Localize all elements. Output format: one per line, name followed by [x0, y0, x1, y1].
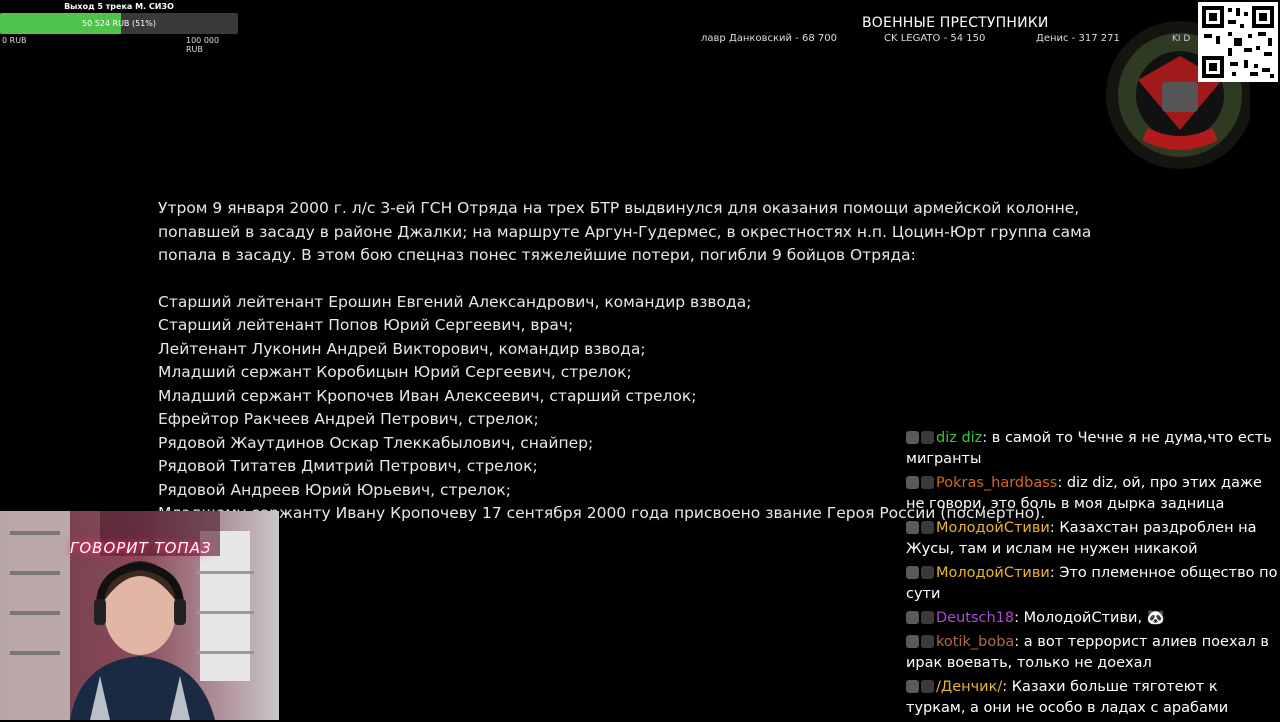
goal-progress-bar: 50 524 RUB (51%) [0, 13, 238, 34]
list-item: Старший лейтенант Попов Юрий Сергеевич, … [158, 316, 574, 334]
webcam-feed: ГОВОРИТ ТОПАЗ [0, 511, 279, 720]
badge-icon [906, 431, 919, 444]
badge-icon [921, 476, 934, 489]
badge-icon [921, 680, 934, 693]
chat-message: МолодойСтиви: Это племенное общество по … [906, 563, 1278, 605]
chat-nick[interactable]: diz diz [936, 430, 982, 446]
chat-message: /Денчик/: Казахи больше тяготеют к турка… [906, 677, 1278, 719]
chat-text: МолодойСтиви, 🐼 [1023, 610, 1165, 626]
badge-icon [906, 680, 919, 693]
chat-nick[interactable]: kotik_boba [936, 634, 1014, 650]
list-item: Младший сержант Коробицын Юрий Сергеевич… [158, 363, 632, 381]
chat-separator: : [1014, 610, 1024, 626]
chat-panel: diz diz: в самой то Чечне я не дума,что … [906, 428, 1278, 722]
chat-separator: : [1057, 475, 1067, 491]
neon-sign: ГОВОРИТ ТОПАЗ [70, 539, 212, 557]
chat-separator: : [982, 430, 992, 446]
goal-title: Выход 5 трека М. СИЗО [64, 2, 174, 11]
badge-icon [906, 635, 919, 648]
intro-paragraph: Утром 9 января 2000 г. л/с 3-ей ГСН Отря… [158, 199, 1092, 264]
chat-nick[interactable]: Deutsch18 [936, 610, 1014, 626]
badge-icon [921, 431, 934, 444]
chat-separator: : [1002, 679, 1012, 695]
donation-goal: Выход 5 трека М. СИЗО 50 524 RUB (51%) 0… [0, 0, 238, 54]
badge-icon [906, 611, 919, 624]
top-donor-1: лавр Данковский - 68 700 [701, 33, 837, 44]
goal-min: 0 RUB [2, 36, 27, 45]
chat-nick[interactable]: МолодойСтиви [936, 565, 1050, 581]
chat-nick[interactable]: /Денчик/ [936, 679, 1002, 695]
chat-separator: : [1049, 520, 1060, 536]
chat-nick[interactable]: МолодойСтиви [936, 520, 1050, 536]
badge-icon [906, 566, 919, 579]
goal-max: 100 000 RUB [186, 36, 220, 54]
list-item: Младший сержант Кропочев Иван Алексеевич… [158, 386, 697, 405]
chat-message: kotik_boba: а вот террорист алиев поехал… [906, 632, 1278, 674]
chat-nick[interactable]: Pokras_hardbass [936, 475, 1057, 491]
chat-separator: : [1014, 634, 1024, 650]
list-item: Лейтенант Луконин Андрей Викторович, ком… [158, 339, 646, 358]
badge-icon [921, 566, 934, 579]
chat-message: Deutsch18: МолодойСтиви, 🐼 [906, 608, 1278, 629]
chat-message: Pokras_hardbass: diz diz, ой, про этих д… [906, 473, 1278, 515]
badge-icon [921, 521, 934, 534]
goal-progress-text: 50 524 RUB (51%) [81, 19, 156, 28]
badge-icon [921, 611, 934, 624]
chat-separator: : [1049, 565, 1060, 581]
badge-icon [906, 476, 919, 489]
chat-message: МолодойСтиви: Казахстан раздроблен на Жу… [906, 518, 1278, 560]
badge-icon [921, 635, 934, 648]
list-item: Старший лейтенант Ерошин Евгений Алексан… [158, 292, 752, 311]
banner-title: ВОЕННЫЕ ПРЕСТУПНИКИ [862, 15, 1049, 31]
kid-label: KI D [1172, 34, 1191, 44]
qr-code-icon[interactable] [1198, 2, 1278, 82]
top-donor-2: CK LEGATO - 54 150 [884, 33, 986, 44]
badge-icon [906, 521, 919, 534]
chat-message: diz diz: в самой то Чечне я не дума,что … [906, 428, 1278, 470]
